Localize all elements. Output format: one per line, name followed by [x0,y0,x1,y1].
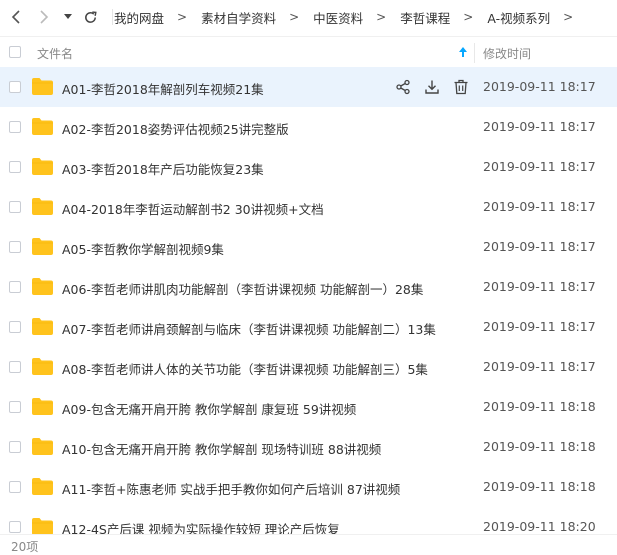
share-icon [396,79,410,95]
breadcrumb-separator: > [376,10,387,24]
file-modified-time: 2019-09-11 18:17 [483,199,596,214]
refresh-button[interactable] [80,7,100,27]
file-name[interactable]: A05-李哲教你学解剖视频9集 [62,239,224,258]
folder-icon [32,278,53,295]
download-button[interactable] [422,77,442,97]
chevron-right-icon [40,10,49,24]
download-icon [425,80,439,94]
file-name[interactable]: A06-李哲老师讲肌肉功能解剖（李哲讲课视频 功能解剖一）28集 [62,279,423,298]
file-row[interactable]: A04-2018年李哲运动解剖书2 30讲视频+文档 2019-09-11 18:… [0,187,617,227]
breadcrumb-item[interactable]: 李哲课程 [400,8,450,27]
file-name[interactable]: A03-李哲2018年产后功能恢复23集 [62,159,264,178]
row-actions [393,77,471,97]
delete-button[interactable] [451,77,471,97]
row-checkbox[interactable] [9,361,21,373]
file-name[interactable]: A10-包含无痛开肩开胯 教你学解剖 现场特训班 88讲视频 [62,439,381,458]
forward-button[interactable] [34,7,54,27]
breadcrumb: 我的网盘 > 素材自学资料 > 中医资料 > 李哲课程 > A-视频系列 > [114,0,587,34]
row-checkbox[interactable] [9,441,21,453]
sort-ascending-icon[interactable] [458,46,468,58]
file-name[interactable]: A07-李哲老师讲肩颈解剖与临床（李哲讲课视频 功能解剖二）13集 [62,319,436,338]
column-header-name[interactable]: 文件名 [37,45,73,62]
folder-icon [32,158,53,175]
file-name[interactable]: A12-4S产后课 视频为实际操作较短 理论产后恢复 [62,519,340,534]
select-all-checkbox[interactable] [9,46,21,58]
file-modified-time: 2019-09-11 18:17 [483,239,596,254]
folder-icon [32,518,53,534]
row-checkbox[interactable] [9,481,21,493]
file-modified-time: 2019-09-11 18:17 [483,79,596,94]
row-checkbox[interactable] [9,281,21,293]
item-count: 20项 [11,540,39,554]
file-modified-time: 2019-09-11 18:17 [483,319,596,334]
status-bar: 20项 [0,534,617,555]
row-checkbox[interactable] [9,521,21,533]
folder-icon [32,78,53,95]
file-name[interactable]: A11-李哲+陈惠老师 实战手把手教你如何产后培训 87讲视频 [62,479,400,498]
file-row[interactable]: A12-4S产后课 视频为实际操作较短 理论产后恢复 2019-09-11 18:… [0,507,617,534]
toolbar-divider [112,9,113,25]
file-row[interactable]: A07-李哲老师讲肩颈解剖与临床（李哲讲课视频 功能解剖二）13集 2019-09… [0,307,617,347]
folder-icon [32,198,53,215]
file-row[interactable]: A05-李哲教你学解剖视频9集 2019-09-11 18:17 [0,227,617,267]
folder-icon [32,358,53,375]
folder-icon [32,238,53,255]
file-modified-time: 2019-09-11 18:18 [483,399,596,414]
caret-down-icon [64,14,72,19]
file-name[interactable]: A01-李哲2018年解剖列车视频21集 [62,79,264,98]
file-modified-time: 2019-09-11 18:18 [483,439,596,454]
breadcrumb-item[interactable]: 中医资料 [313,8,363,27]
file-row[interactable]: A11-李哲+陈惠老师 实战手把手教你如何产后培训 87讲视频 2019-09-1… [0,467,617,507]
row-checkbox[interactable] [9,401,21,413]
file-row[interactable]: A09-包含无痛开肩开胯 教你学解剖 康复班 59讲视频 2019-09-11 1… [0,387,617,427]
chevron-left-icon [11,10,20,24]
file-name[interactable]: A02-李哲2018姿势评估视频25讲完整版 [62,119,289,138]
breadcrumb-item[interactable]: A-视频系列 [487,8,550,27]
breadcrumb-item[interactable]: 我的网盘 [114,8,164,27]
file-modified-time: 2019-09-11 18:18 [483,479,596,494]
file-modified-time: 2019-09-11 18:17 [483,119,596,134]
file-list-header: 文件名 修改时间 [0,36,617,69]
file-row[interactable]: A01-李哲2018年解剖列车视频21集 2019-09-11 18:17 [0,67,617,107]
file-row[interactable]: A02-李哲2018姿势评估视频25讲完整版 2019-09-11 18:17 [0,107,617,147]
breadcrumb-separator: > [289,10,300,24]
folder-icon [32,438,53,455]
column-divider[interactable] [474,43,475,63]
file-modified-time: 2019-09-11 18:17 [483,359,596,374]
file-name[interactable]: A04-2018年李哲运动解剖书2 30讲视频+文档 [62,199,324,218]
history-dropdown-button[interactable] [60,7,76,27]
row-checkbox[interactable] [9,241,21,253]
refresh-icon [84,10,97,23]
row-checkbox[interactable] [9,161,21,173]
file-row[interactable]: A10-包含无痛开肩开胯 教你学解剖 现场特训班 88讲视频 2019-09-11… [0,427,617,467]
folder-icon [32,118,53,135]
file-modified-time: 2019-09-11 18:17 [483,159,596,174]
folder-icon [32,478,53,495]
row-checkbox[interactable] [9,321,21,333]
row-checkbox[interactable] [9,201,21,213]
folder-icon [32,398,53,415]
file-list: A01-李哲2018年解剖列车视频21集 2019-09-11 18:17 A02-… [0,67,617,534]
row-checkbox[interactable] [9,121,21,133]
file-row[interactable]: A03-李哲2018年产后功能恢复23集 2019-09-11 18:17 [0,147,617,187]
file-modified-time: 2019-09-11 18:20 [483,519,596,534]
file-name[interactable]: A08-李哲老师讲人体的关节功能（李哲讲课视频 功能解剖三）5集 [62,359,428,378]
back-button[interactable] [6,7,26,27]
toolbar: 我的网盘 > 素材自学资料 > 中医资料 > 李哲课程 > A-视频系列 > [0,0,617,34]
file-row[interactable]: A08-李哲老师讲人体的关节功能（李哲讲课视频 功能解剖三）5集 2019-09-… [0,347,617,387]
column-header-modified[interactable]: 修改时间 [483,45,531,62]
file-row[interactable]: A06-李哲老师讲肌肉功能解剖（李哲讲课视频 功能解剖一）28集 2019-09-… [0,267,617,307]
trash-icon [454,79,468,95]
breadcrumb-separator: > [463,10,474,24]
share-button[interactable] [393,77,413,97]
breadcrumb-item[interactable]: 素材自学资料 [201,8,276,27]
file-modified-time: 2019-09-11 18:17 [483,279,596,294]
breadcrumb-separator: > [563,10,574,24]
folder-icon [32,318,53,335]
file-name[interactable]: A09-包含无痛开肩开胯 教你学解剖 康复班 59讲视频 [62,399,356,418]
breadcrumb-separator: > [177,10,188,24]
row-checkbox[interactable] [9,81,21,93]
